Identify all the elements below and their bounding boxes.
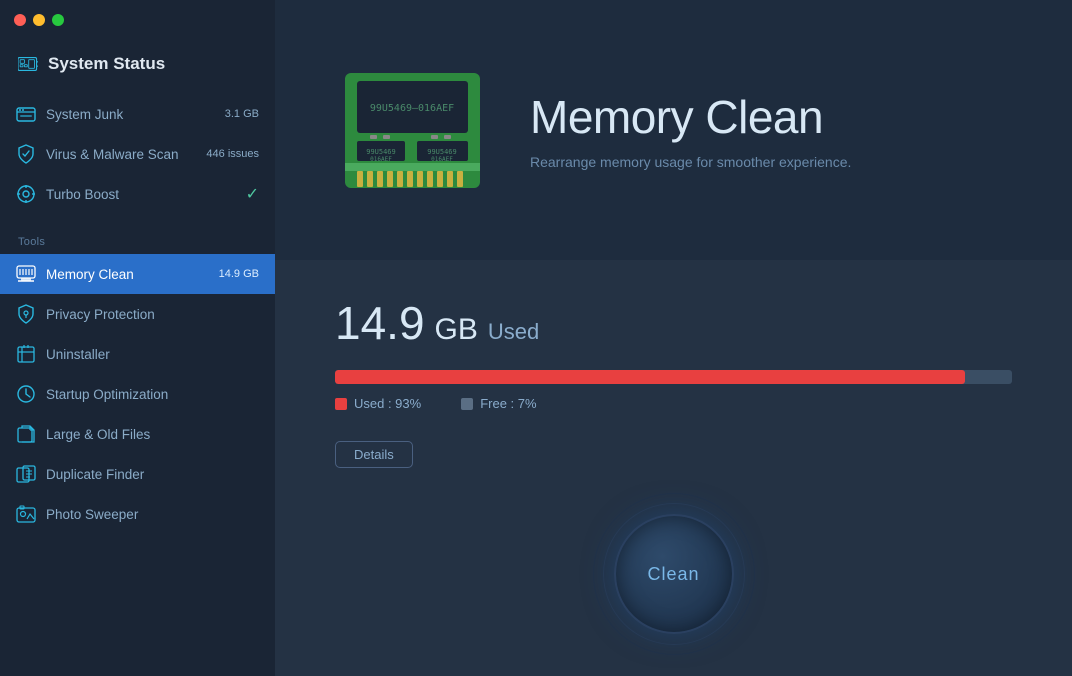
legend-used: Used : 93%	[335, 396, 421, 411]
details-button[interactable]: Details	[335, 441, 413, 468]
hero-text: Memory Clean Rearrange memory usage for …	[530, 90, 851, 170]
privacy-protection-label: Privacy Protection	[46, 307, 259, 322]
legend-free: Free : 7%	[461, 396, 536, 411]
memory-number: 14.9	[335, 296, 425, 350]
system-status-icon	[18, 54, 38, 74]
memory-used-label: Used	[488, 319, 539, 345]
svg-text:99U5469: 99U5469	[427, 148, 457, 156]
svg-text:99U5469—016AEF: 99U5469—016AEF	[370, 103, 454, 114]
sidebar-item-startup-optimization[interactable]: Startup Optimization	[0, 374, 275, 414]
sidebar-item-duplicate-finder[interactable]: Duplicate Finder	[0, 454, 275, 494]
legend-used-dot	[335, 398, 347, 410]
stats-section: 14.9 GB Used Used : 93% Free : 7% Detail…	[275, 260, 1072, 492]
clean-section: Clean	[275, 492, 1072, 676]
system-junk-icon	[16, 104, 36, 124]
virus-scan-icon	[16, 144, 36, 164]
memory-progress-bar	[335, 370, 1012, 384]
legend-free-label: Free : 7%	[480, 396, 536, 411]
photo-sweeper-label: Photo Sweeper	[46, 507, 259, 522]
clean-button[interactable]: Clean	[614, 514, 734, 634]
uninstaller-icon	[16, 344, 36, 364]
sidebar-item-privacy-protection[interactable]: Privacy Protection	[0, 294, 275, 334]
minimize-button[interactable]	[33, 14, 45, 26]
memory-clean-icon	[16, 264, 36, 284]
sidebar-item-virus-scan[interactable]: Virus & Malware Scan 446 issues	[0, 134, 275, 174]
app-title: System Status	[48, 54, 165, 74]
photo-sweeper-icon	[16, 504, 36, 524]
svg-text:99U5469: 99U5469	[366, 148, 396, 156]
sidebar-item-uninstaller[interactable]: Uninstaller	[0, 334, 275, 374]
large-old-files-icon	[16, 424, 36, 444]
startup-optimization-label: Startup Optimization	[46, 387, 259, 402]
large-old-files-label: Large & Old Files	[46, 427, 259, 442]
sidebar: System Status System Junk 3.1 GB	[0, 0, 275, 676]
turbo-boost-label: Turbo Boost	[46, 187, 236, 202]
svg-text:016AEF: 016AEF	[370, 156, 392, 163]
memory-unit: GB	[435, 313, 478, 347]
clean-button-label: Clean	[647, 564, 699, 585]
duplicate-finder-label: Duplicate Finder	[46, 467, 259, 482]
startup-optimization-icon	[16, 384, 36, 404]
hero-section: 99U5469—016AEF 99U5469 016AEF 99U5469 01…	[275, 0, 1072, 260]
virus-scan-label: Virus & Malware Scan	[46, 147, 196, 162]
turbo-boost-icon	[16, 184, 36, 204]
sidebar-item-large-old-files[interactable]: Large & Old Files	[0, 414, 275, 454]
uninstaller-label: Uninstaller	[46, 347, 259, 362]
memory-clean-label: Memory Clean	[46, 267, 209, 282]
svg-text:016AEF: 016AEF	[431, 156, 453, 163]
legend-used-label: Used : 93%	[354, 396, 421, 411]
progress-bar-fill	[335, 370, 965, 384]
tools-section-label: Tools	[0, 220, 275, 254]
hero-title: Memory Clean	[530, 90, 851, 144]
turbo-boost-check: ✓	[246, 184, 259, 204]
main-content: 99U5469—016AEF 99U5469 016AEF 99U5469 01…	[275, 0, 1072, 676]
legend-free-dot	[461, 398, 473, 410]
sidebar-item-memory-clean[interactable]: Memory Clean 14.9 GB	[0, 254, 275, 294]
privacy-protection-icon	[16, 304, 36, 324]
nav-section: System Junk 3.1 GB Virus & Malware Scan …	[0, 94, 275, 220]
close-button[interactable]	[14, 14, 26, 26]
ram-chip-icon: 99U5469—016AEF 99U5469 016AEF 99U5469 01…	[335, 53, 490, 208]
tools-section: Memory Clean 14.9 GB Privacy Protection	[0, 254, 275, 540]
progress-legend: Used : 93% Free : 7%	[335, 396, 1012, 411]
sidebar-item-photo-sweeper[interactable]: Photo Sweeper	[0, 494, 275, 534]
hero-subtitle: Rearrange memory usage for smoother expe…	[530, 154, 851, 170]
system-junk-badge: 3.1 GB	[225, 108, 259, 120]
system-junk-label: System Junk	[46, 107, 215, 122]
memory-used-row: 14.9 GB Used	[335, 296, 1012, 350]
maximize-button[interactable]	[52, 14, 64, 26]
app-title-section: System Status	[0, 40, 275, 94]
memory-clean-badge: 14.9 GB	[219, 268, 259, 280]
duplicate-finder-icon	[16, 464, 36, 484]
virus-scan-badge: 446 issues	[206, 148, 259, 160]
titlebar	[0, 0, 275, 40]
sidebar-item-system-junk[interactable]: System Junk 3.1 GB	[0, 94, 275, 134]
sidebar-item-turbo-boost[interactable]: Turbo Boost ✓	[0, 174, 275, 214]
